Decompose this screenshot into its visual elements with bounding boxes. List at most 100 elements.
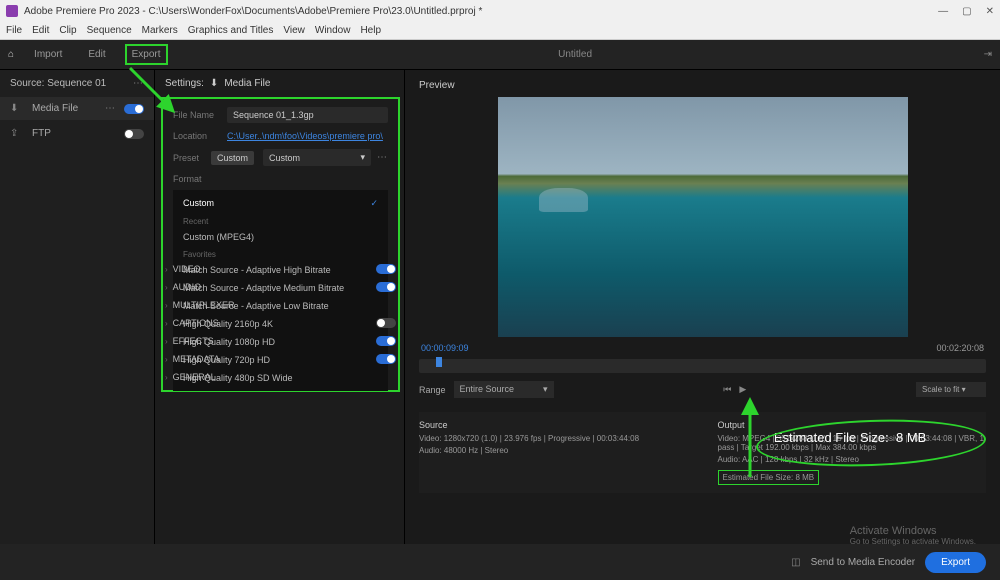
close-icon[interactable]: ✕ bbox=[986, 6, 994, 17]
menu-file[interactable]: File bbox=[6, 25, 22, 36]
chevron-down-icon: ▾ bbox=[360, 152, 365, 163]
chevron-right-icon: › bbox=[165, 319, 168, 328]
titlebar: Adobe Premiere Pro 2023 - C:\Users\Wonde… bbox=[0, 0, 1000, 22]
download-icon: ⬇ bbox=[10, 103, 24, 114]
category-label: GENERAL bbox=[177, 402, 220, 412]
menu-clip[interactable]: Clip bbox=[59, 25, 76, 36]
tab-export[interactable]: Export bbox=[126, 45, 167, 64]
category-row-video[interactable]: ›VIDEO bbox=[165, 260, 235, 278]
category-row-audio[interactable]: ›AUDIO bbox=[165, 278, 235, 296]
home-icon[interactable]: ⌂ bbox=[8, 49, 14, 60]
upload-icon: ⇪ bbox=[10, 128, 24, 139]
preview-panel: Preview 00:00:09:09 00:02:20:08 Estimate… bbox=[405, 70, 1000, 544]
bottom-bar: ◫ Send to Media Encoder Export bbox=[0, 544, 1000, 580]
preview-image bbox=[498, 97, 908, 337]
dest-media-file[interactable]: ⬇ Media File ⋯ bbox=[0, 97, 154, 120]
workspace-tabs: ⌂ Import Edit Export Untitled ⇥ bbox=[0, 40, 1000, 70]
preset-pill: Custom bbox=[211, 151, 254, 165]
output-audio-info: Audio: AAC | 128 kbps | 32 kHz | Stereo bbox=[718, 455, 987, 464]
window-title: Adobe Premiere Pro 2023 - C:\Users\Wonde… bbox=[24, 6, 482, 17]
category-toggle-captions[interactable] bbox=[376, 318, 396, 328]
location-link[interactable]: C:\User..\ndm\foo\Videos\premiere pro\ bbox=[227, 131, 383, 141]
source-more-icon[interactable]: ⋯ bbox=[133, 78, 144, 89]
preset-more-icon[interactable]: ⋯ bbox=[377, 152, 388, 163]
annotation-est-text: Estimated File Size: 8 MB bbox=[774, 430, 926, 445]
category-row-effects[interactable]: ›EFFECTS bbox=[165, 332, 235, 350]
menubar: File Edit Clip Sequence Markers Graphics… bbox=[0, 22, 1000, 40]
format-label: Format bbox=[173, 174, 221, 184]
play-icon[interactable]: ▶ bbox=[739, 384, 746, 395]
dd-item-recent-0[interactable]: Custom (MPEG4) bbox=[173, 228, 388, 246]
location-label: Location bbox=[173, 131, 221, 141]
export-button[interactable]: Export bbox=[925, 552, 986, 573]
menu-markers[interactable]: Markers bbox=[142, 25, 178, 36]
dest-ftp-label: FTP bbox=[32, 128, 51, 139]
media-more-icon[interactable]: ⋯ bbox=[105, 103, 116, 114]
dest-ftp[interactable]: ⇪ FTP bbox=[0, 122, 154, 145]
window-controls: — ▢ ✕ bbox=[938, 6, 994, 17]
range-select[interactable]: Entire Source▾ bbox=[454, 381, 554, 398]
scale-select[interactable]: Scale to fit ▾ bbox=[916, 382, 986, 397]
dest-media-label: Media File bbox=[32, 103, 78, 114]
ftp-toggle[interactable] bbox=[124, 129, 144, 139]
settings-panel: Settings: ⬇ Media File File Name Sequenc… bbox=[155, 70, 405, 544]
quick-export-icon[interactable]: ⇥ bbox=[984, 49, 992, 60]
category-toggle-video[interactable] bbox=[376, 264, 396, 274]
category-row-multiplexer[interactable]: ›MULTIPLEXER bbox=[165, 296, 235, 314]
dd-section-fav: Favorites bbox=[173, 246, 388, 261]
timecode-out[interactable]: 00:02:20:08 bbox=[936, 343, 984, 353]
media-toggle[interactable] bbox=[124, 104, 144, 114]
category-toggle-effects[interactable] bbox=[376, 336, 396, 346]
settings-media-label: Media File bbox=[224, 78, 270, 89]
playhead[interactable] bbox=[436, 357, 442, 367]
preset-label: Preset bbox=[173, 153, 205, 163]
menu-window[interactable]: Window bbox=[315, 25, 351, 36]
chevron-right-icon: › bbox=[165, 337, 168, 346]
settings-label: Settings: bbox=[165, 78, 204, 89]
category-row-general[interactable]: ›GENERAL bbox=[165, 368, 235, 386]
preset-select[interactable]: Custom ▾ bbox=[263, 149, 371, 166]
category-toggle-audio[interactable] bbox=[376, 282, 396, 292]
category-row-captions[interactable]: ›CAPTIONS bbox=[165, 314, 235, 332]
timecode-in[interactable]: 00:00:09:09 bbox=[421, 343, 469, 353]
chevron-right-icon: › bbox=[165, 265, 168, 274]
range-label: Range bbox=[419, 385, 446, 395]
category-row-metadata[interactable]: ›METADATA bbox=[165, 350, 235, 368]
output-info-head: Output bbox=[718, 420, 987, 430]
step-back-icon[interactable]: ⏮ bbox=[723, 384, 731, 395]
chevron-right-icon: › bbox=[165, 283, 168, 292]
source-audio-info: Audio: 48000 Hz | Stereo bbox=[419, 446, 688, 455]
source-video-info: Video: 1280x720 (1.0) | 23.976 fps | Pro… bbox=[419, 434, 688, 443]
chevron-right-icon: › bbox=[169, 403, 172, 412]
file-name-input[interactable]: Sequence 01_1.3gp bbox=[227, 107, 388, 123]
summary-info: Source Video: 1280x720 (1.0) | 23.976 fp… bbox=[419, 412, 986, 493]
send-to-encoder-button[interactable]: Send to Media Encoder bbox=[811, 557, 916, 568]
preset-select-value: Custom bbox=[269, 153, 300, 163]
tab-import[interactable]: Import bbox=[28, 45, 68, 64]
menu-edit[interactable]: Edit bbox=[32, 25, 49, 36]
export-timeline[interactable] bbox=[419, 359, 986, 373]
chevron-right-icon: › bbox=[165, 373, 168, 382]
activate-windows-watermark: Activate Windows Go to Settings to activ… bbox=[850, 525, 976, 546]
est-file-size-box: Estimated File Size: 8 MB bbox=[718, 470, 820, 485]
menu-sequence[interactable]: Sequence bbox=[87, 25, 132, 36]
category-toggle-metadata[interactable] bbox=[376, 354, 396, 364]
chevron-right-icon: › bbox=[165, 355, 168, 364]
minimize-icon[interactable]: — bbox=[938, 6, 948, 17]
chevron-right-icon: › bbox=[165, 301, 168, 310]
source-value: Sequence 01 bbox=[47, 78, 106, 89]
media-encoder-icon[interactable]: ◫ bbox=[791, 557, 800, 568]
dd-item-custom[interactable]: Custom ✓ bbox=[173, 194, 388, 213]
maximize-icon[interactable]: ▢ bbox=[962, 6, 971, 17]
project-title: Untitled bbox=[558, 49, 592, 60]
menu-view[interactable]: View bbox=[283, 25, 305, 36]
destinations-panel: Source: Sequence 01 ⋯ ⬇ Media File ⋯ ⇪ F… bbox=[0, 70, 155, 544]
tab-edit[interactable]: Edit bbox=[82, 45, 111, 64]
source-info-head: Source bbox=[419, 420, 688, 430]
category-general[interactable]: › GENERAL bbox=[161, 396, 398, 417]
menu-graphics[interactable]: Graphics and Titles bbox=[188, 25, 274, 36]
settings-media-icon: ⬇ bbox=[210, 78, 218, 89]
menu-help[interactable]: Help bbox=[360, 25, 381, 36]
preview-frame bbox=[498, 97, 908, 337]
chevron-down-icon: ▾ bbox=[543, 384, 548, 395]
